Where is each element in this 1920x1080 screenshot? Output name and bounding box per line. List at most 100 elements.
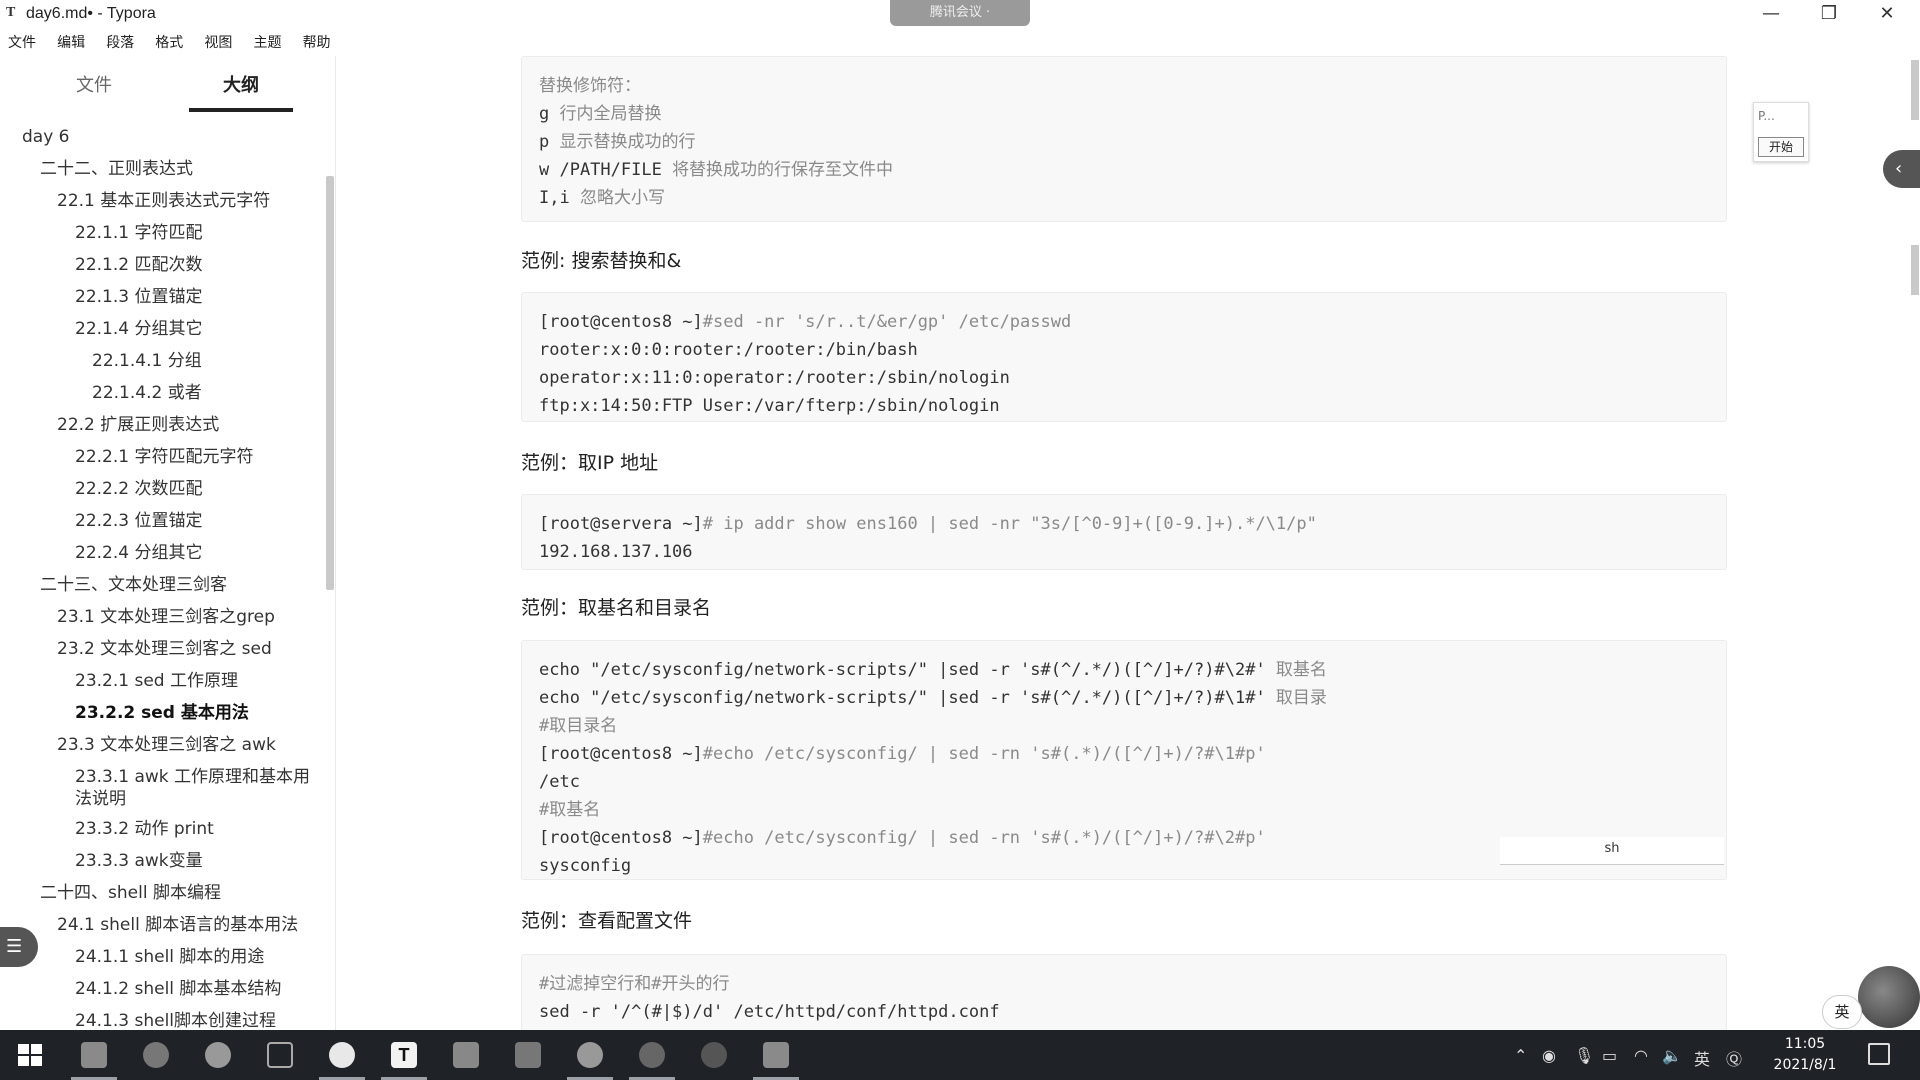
outline-item[interactable]: 23.1 文本处理三剑客之grep <box>57 606 275 628</box>
taskbar-app-photo-icon[interactable] <box>749 1030 803 1080</box>
panel-toggle-icon[interactable]: ‹ <box>1883 150 1920 188</box>
editor-scrollbar-top[interactable] <box>1911 60 1919 120</box>
code-note: 将替换成功的行保存至文件中 <box>672 160 894 180</box>
outline-item[interactable]: 23.2.2 sed 基本用法 <box>75 702 249 724</box>
title-bar: T day6.md• - Typora 腾讯会议 · — ❐ ✕ <box>0 0 1920 28</box>
outline-item[interactable]: 22.1.4.1 分组 <box>92 350 202 372</box>
notification-icon[interactable] <box>1868 1043 1890 1065</box>
outline-item[interactable]: 22.1 基本正则表达式元字符 <box>57 190 270 212</box>
outline-item[interactable]: 22.2.4 分组其它 <box>75 542 202 564</box>
outline-item[interactable]: 24.1.1 shell 脚本的用途 <box>75 946 264 968</box>
editor[interactable]: 替换修饰符： g 行内全局替换 p 显示替换成功的行 w /PATH/FILE … <box>337 56 1920 1030</box>
example-heading: 范例: 搜索替换和& <box>521 250 682 272</box>
code-line: echo "/etc/sysconfig/network-scripts/" |… <box>539 687 1327 709</box>
taskbar-browser-icon[interactable] <box>129 1030 183 1080</box>
code-command: #sed -nr 's/r..t/&er/gp' /etc/passwd <box>702 312 1072 332</box>
taskbar-meeting-icon[interactable] <box>315 1030 369 1080</box>
code-line: I,i 忽略大小写 <box>539 187 665 209</box>
example-heading: 范例：取基名和目录名 <box>521 597 712 619</box>
taskbar-app-swirl-icon[interactable] <box>625 1030 679 1080</box>
taskbar-folder-icon[interactable] <box>439 1030 493 1080</box>
editor-scrollbar[interactable] <box>1911 245 1919 295</box>
code-text: echo "/etc/sysconfig/network-scripts/" |… <box>539 688 1276 708</box>
outline-item[interactable]: day 6 <box>22 126 70 148</box>
outline-item[interactable]: 23.3 文本处理三剑客之 awk <box>57 734 276 756</box>
code-language-input[interactable]: sh <box>1500 837 1724 865</box>
code-line: sed -r '/^(#|$)/d' /etc/httpd/conf/httpd… <box>539 1002 1000 1022</box>
code-text: echo "/etc/sysconfig/network-scripts/" |… <box>539 660 1276 680</box>
minimize-button[interactable]: — <box>1748 0 1794 28</box>
code-block-search-replace[interactable]: [root@centos8 ~]#sed -nr 's/r..t/&er/gp'… <box>521 292 1727 422</box>
outline-item[interactable]: 22.2.3 位置锚定 <box>75 510 202 532</box>
code-prompt: [root@centos8 ~] <box>539 744 703 764</box>
code-line: echo "/etc/sysconfig/network-scripts/" |… <box>539 659 1327 681</box>
outline-item[interactable]: 23.3.2 动作 print <box>75 818 214 840</box>
taskbar-clock[interactable]: 11:05 2021/8/1 <box>1770 1034 1840 1076</box>
code-block-ip[interactable]: [root@servera ~]# ip addr show ens160 | … <box>521 494 1727 570</box>
outline-item[interactable]: 法说明 <box>75 788 126 810</box>
menu-paragraph[interactable]: 段落 <box>98 28 142 52</box>
outline-item[interactable]: 二十四、shell 脚本编程 <box>40 882 221 904</box>
taskbar-window-icon[interactable] <box>253 1030 307 1080</box>
outline-item[interactable]: 22.1.4 分组其它 <box>75 318 202 340</box>
tab-files[interactable]: 文件 <box>42 66 146 112</box>
outline-item[interactable]: 二十二、正则表达式 <box>40 158 193 180</box>
ime-badge[interactable]: 英 <box>1822 995 1862 1029</box>
code-block-modifiers[interactable]: 替换修饰符： g 行内全局替换 p 显示替换成功的行 w /PATH/FILE … <box>521 56 1727 222</box>
menu-format[interactable]: 格式 <box>147 28 191 52</box>
meeting-pill[interactable]: 腾讯会议 · <box>890 0 1030 26</box>
outline-item[interactable]: 二十三、文本处理三剑客 <box>40 574 227 596</box>
tray-app-icon[interactable]: ◉ <box>1542 1046 1556 1065</box>
code-note: 取基名 <box>1275 660 1327 680</box>
code-prompt: [root@servera ~] <box>539 514 703 534</box>
taskbar-typora-icon[interactable]: T <box>377 1030 431 1080</box>
window-title: day6.md• - Typora <box>26 5 156 22</box>
menu-theme[interactable]: 主题 <box>245 28 289 52</box>
tray-ime-label[interactable]: 英 <box>1694 1046 1710 1070</box>
code-note: 忽略大小写 <box>579 188 665 208</box>
outline-item[interactable]: 22.2.1 字符匹配元字符 <box>75 446 253 468</box>
outline-item[interactable]: 24.1.2 shell 脚本基本结构 <box>75 978 281 1000</box>
outline-item[interactable]: 22.1.4.2 或者 <box>92 382 202 404</box>
avatar[interactable] <box>1858 966 1920 1028</box>
outline-item[interactable]: 23.2 文本处理三剑客之 sed <box>57 638 272 660</box>
outline-item[interactable]: 22.1.2 匹配次数 <box>75 254 202 276</box>
tray-mic-icon[interactable]: 🎙 <box>1574 1046 1594 1065</box>
tray-q-icon[interactable]: Ⓠ <box>1726 1046 1742 1070</box>
outline-item[interactable]: 24.1.3 shell脚本创建过程 <box>75 1010 276 1030</box>
close-button[interactable]: ✕ <box>1864 0 1910 28</box>
taskbar-app-gear-icon[interactable] <box>687 1030 741 1080</box>
menu-edit[interactable]: 编辑 <box>49 28 93 52</box>
menu-file[interactable]: 文件 <box>0 28 44 52</box>
taskbar-app-circle-icon[interactable] <box>563 1030 617 1080</box>
code-block-config[interactable]: #过滤掉空行和#开头的行 sed -r '/^(#|$)/d' /etc/htt… <box>521 954 1727 1030</box>
restore-button[interactable]: ❐ <box>1806 0 1852 28</box>
tab-outline[interactable]: 大纲 <box>189 66 293 112</box>
windows-start-icon[interactable] <box>18 1044 42 1066</box>
outline-item[interactable]: 22.2 扩展正则表达式 <box>57 414 219 436</box>
code-comment: #取目录名 <box>539 716 618 736</box>
code-line: ftp:x:14:50:FTP User:/var/fterp:/sbin/no… <box>539 396 1000 416</box>
tray-network-icon[interactable]: ◠ <box>1634 1046 1648 1065</box>
tray-volume-icon[interactable]: 🔈 <box>1662 1046 1682 1065</box>
code-text: I,i <box>539 188 580 208</box>
sidebar: 文件 大纲 day 6 二十二、正则表达式 22.1 基本正则表达式元字符 22.1.… <box>0 56 336 1030</box>
outline-item[interactable]: 23.2.1 sed 工作原理 <box>75 670 238 692</box>
outline-item[interactable]: 24.1 shell 脚本语言的基本用法 <box>57 914 298 936</box>
tray-battery-icon[interactable]: ▭ <box>1602 1046 1617 1065</box>
taskbar-photos-icon[interactable] <box>501 1030 555 1080</box>
sidebar-scrollbar[interactable] <box>326 176 334 590</box>
taskbar-app-thumb-icon[interactable] <box>67 1030 121 1080</box>
outline-item[interactable]: 23.3.3 awk变量 <box>75 850 203 872</box>
outline-item[interactable]: 23.3.1 awk 工作原理和基本用 <box>75 766 310 788</box>
menu-view[interactable]: 视图 <box>196 28 240 52</box>
start-button[interactable]: 开始 <box>1758 137 1804 157</box>
outline-item[interactable]: 22.1.3 位置锚定 <box>75 286 202 308</box>
tray-chevron-icon[interactable]: ⌃ <box>1514 1046 1527 1065</box>
outline-item[interactable]: 22.2.2 次数匹配 <box>75 478 202 500</box>
menu-help[interactable]: 帮助 <box>295 28 339 52</box>
code-line: rooter:x:0:0:rooter:/rooter:/bin/bash <box>539 340 918 360</box>
taskbar-wechat-icon[interactable] <box>191 1030 245 1080</box>
outline-item[interactable]: 22.1.1 字符匹配 <box>75 222 202 244</box>
sidebar-tabs: 文件 大纲 <box>0 66 336 112</box>
